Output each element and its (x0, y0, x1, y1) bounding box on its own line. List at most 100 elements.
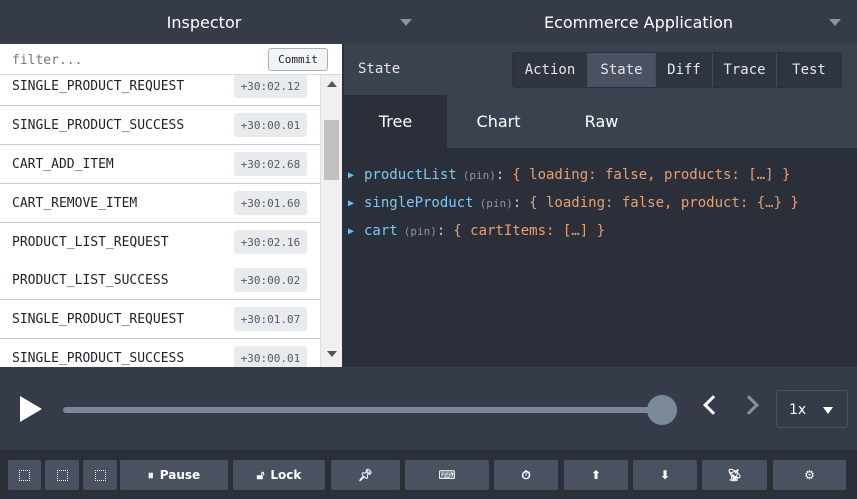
timeline-slider[interactable] (63, 407, 663, 413)
chevron-down-icon (829, 19, 841, 26)
keyboard-button[interactable]: ⌨ (405, 460, 489, 490)
dock-left-button[interactable] (8, 460, 41, 490)
state-panel: State Action State Diff Trace Test Tree … (344, 44, 857, 367)
monitor-select[interactable]: Inspector (0, 0, 428, 44)
action-list-scrollbar[interactable] (320, 75, 342, 367)
tab-test[interactable]: Test (777, 53, 841, 87)
tree-colon: : (495, 167, 505, 183)
tree-node[interactable]: ▶ cart (pin) : { cartItems: […] } (348, 221, 605, 241)
tab-tree[interactable]: Tree (344, 95, 447, 148)
tab-trace[interactable]: Trace (713, 53, 777, 87)
action-item[interactable]: SINGLE_PRODUCT_REQUEST +30:01.07 (0, 300, 320, 339)
action-name: PRODUCT_LIST_SUCCESS (12, 273, 169, 288)
bottom-toolbar: ⏸ Pause 🔓︎ Lock 📌︎ ⌨ ⏱ ⬆ ⬇ 📡︎ ⚙ (0, 450, 857, 499)
action-item[interactable]: PRODUCT_LIST_REQUEST +30:02.16 (0, 223, 320, 262)
action-name: CART_ADD_ITEM (12, 157, 114, 172)
tab-state[interactable]: State (588, 53, 656, 87)
commit-button[interactable]: Commit (268, 48, 328, 71)
action-item[interactable]: CART_REMOVE_ITEM +30:01.60 (0, 184, 320, 223)
tree-node[interactable]: ▶ productList (pin) : { loading: false, … (348, 165, 790, 185)
action-time[interactable]: +30:00.01 (234, 113, 307, 137)
pause-icon: ⏸ (147, 467, 154, 482)
pin-button[interactable]: 📌︎ (331, 460, 400, 490)
pushpin-icon: 📌︎ (357, 468, 374, 482)
filter-input[interactable] (12, 50, 252, 70)
lock-icon: 🔓︎ (256, 467, 265, 482)
lock-label: Lock (270, 468, 302, 482)
tree-node[interactable]: ▶ singleProduct (pin) : { loading: false… (348, 193, 799, 213)
state-tree: ▶ productList (pin) : { loading: false, … (344, 148, 857, 367)
scroll-up-arrow-icon[interactable] (327, 81, 337, 87)
dock-right-button[interactable] (83, 460, 117, 490)
import-button[interactable]: ⬇ (633, 460, 697, 490)
dock-right-icon (94, 469, 106, 481)
tree-value[interactable]: { loading: false, products: […] } (512, 167, 790, 183)
instance-select-label: Ecommerce Application (543, 12, 734, 32)
action-name: SINGLE_PRODUCT_REQUEST (12, 312, 185, 327)
action-time[interactable]: +30:02.16 (234, 230, 307, 254)
scroll-down-arrow-icon[interactable] (327, 351, 337, 357)
action-item[interactable]: SINGLE_PRODUCT_REQUEST +30:02.12 (0, 75, 320, 106)
scroll-thumb[interactable] (324, 120, 339, 180)
action-list: SINGLE_PRODUCT_REQUEST +30:02.12 SINGLE_… (0, 75, 320, 367)
pin-link[interactable]: (pin) (480, 197, 513, 210)
instance-select[interactable]: Ecommerce Application (428, 0, 857, 44)
action-list-panel: Commit SINGLE_PRODUCT_REQUEST +30:02.12 … (0, 44, 342, 367)
play-icon[interactable] (20, 396, 42, 422)
tree-value[interactable]: { cartItems: […] } (453, 223, 605, 239)
tree-key[interactable]: productList (364, 167, 457, 183)
upload-icon: ⬆ (590, 468, 602, 482)
action-name: SINGLE_PRODUCT_SUCCESS (12, 118, 185, 133)
broadcast-icon: 📡︎ (726, 468, 743, 482)
tab-chart[interactable]: Chart (447, 95, 550, 148)
chevron-right-icon[interactable] (739, 395, 759, 415)
action-time[interactable]: +30:01.07 (234, 307, 307, 331)
stopwatch-icon: ⏱ (521, 467, 531, 482)
pin-link[interactable]: (pin) (463, 169, 496, 182)
tree-value[interactable]: { loading: false, product: {…} } (529, 195, 799, 211)
action-name: CART_REMOVE_ITEM (12, 196, 138, 211)
tree-key[interactable]: cart (364, 223, 398, 239)
action-name: SINGLE_PRODUCT_SUCCESS (12, 351, 185, 366)
chevron-left-icon[interactable] (703, 395, 723, 415)
remote-button[interactable]: 📡︎ (702, 460, 767, 490)
dock-bottom-button[interactable] (45, 460, 79, 490)
tab-raw[interactable]: Raw (550, 95, 653, 148)
action-time[interactable]: +30:02.68 (234, 152, 307, 176)
pause-label: Pause (159, 468, 201, 482)
tab-action[interactable]: Action (513, 53, 588, 87)
action-item[interactable]: PRODUCT_LIST_SUCCESS +30:00.02 (0, 261, 320, 300)
action-time[interactable]: +30:01.60 (234, 191, 307, 215)
dock-bottom-icon (56, 469, 68, 481)
action-item[interactable]: SINGLE_PRODUCT_SUCCESS +30:00.01 (0, 339, 320, 367)
expand-arrow-icon[interactable]: ▶ (348, 198, 364, 209)
tree-key[interactable]: singleProduct (364, 195, 474, 211)
action-time[interactable]: +30:00.02 (234, 268, 307, 292)
lock-button[interactable]: 🔓︎ Lock (233, 460, 325, 490)
action-time[interactable]: +30:02.12 (234, 75, 307, 98)
monitor-select-label: Inspector (166, 12, 242, 32)
expand-arrow-icon[interactable]: ▶ (348, 226, 364, 237)
timeline-slider-handle[interactable] (647, 395, 677, 425)
tree-colon: : (512, 195, 522, 211)
playback-bar: 1x (0, 367, 857, 450)
export-button[interactable]: ⬆ (564, 460, 628, 490)
settings-button[interactable]: ⚙ (773, 460, 846, 490)
chevron-down-icon (400, 19, 412, 26)
tree-colon: : (436, 223, 446, 239)
action-name: PRODUCT_LIST_REQUEST (12, 235, 169, 250)
filter-row: Commit (0, 44, 342, 75)
panel-title: State (358, 61, 401, 77)
persist-button[interactable]: ⏱ (494, 460, 558, 490)
chevron-down-icon (823, 407, 833, 414)
pause-button[interactable]: ⏸ Pause (120, 460, 228, 490)
top-bar: Inspector Ecommerce Application (0, 0, 857, 44)
expand-arrow-icon[interactable]: ▶ (348, 170, 364, 181)
action-item[interactable]: SINGLE_PRODUCT_SUCCESS +30:00.01 (0, 106, 320, 145)
action-item[interactable]: CART_ADD_ITEM +30:02.68 (0, 145, 320, 184)
tab-diff[interactable]: Diff (656, 53, 713, 87)
view-tabs: Tree Chart Raw (344, 95, 857, 148)
speed-select[interactable]: 1x (776, 390, 848, 428)
pin-link[interactable]: (pin) (404, 225, 437, 238)
action-time[interactable]: +30:00.01 (234, 346, 307, 367)
